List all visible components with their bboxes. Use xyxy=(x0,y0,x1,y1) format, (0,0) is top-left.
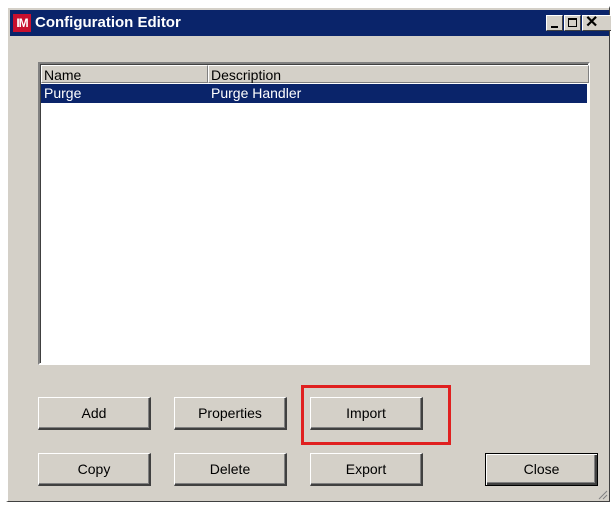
maximize-button[interactable] xyxy=(564,15,581,31)
column-header-description[interactable]: Description xyxy=(208,65,589,83)
title-bar[interactable]: IM Configuration Editor ✕ xyxy=(10,10,611,36)
delete-button[interactable]: Delete xyxy=(174,453,287,486)
app-icon: IM xyxy=(13,14,31,32)
configuration-editor-window: IM Configuration Editor ✕ Name Descripti… xyxy=(6,6,611,502)
maximize-icon xyxy=(568,18,577,27)
export-button[interactable]: Export xyxy=(310,453,423,486)
list-header: Name Description xyxy=(41,65,589,83)
minimize-icon xyxy=(551,26,558,28)
close-icon: ✕ xyxy=(585,14,599,31)
import-highlight-box xyxy=(301,385,451,445)
properties-button[interactable]: Properties xyxy=(174,397,287,430)
column-header-name[interactable]: Name xyxy=(41,65,208,83)
list-row-selected[interactable]: Purge Purge Handler xyxy=(41,84,587,103)
row-name-cell: Purge xyxy=(44,85,82,101)
copy-button[interactable]: Copy xyxy=(38,453,151,486)
row-description-cell: Purge Handler xyxy=(211,85,302,101)
window-close-button[interactable]: ✕ xyxy=(582,14,611,31)
close-button[interactable]: Close xyxy=(485,453,598,486)
add-button[interactable]: Add xyxy=(38,397,151,430)
configuration-list[interactable]: Name Description Purge Purge Handler xyxy=(38,62,590,365)
window-title: Configuration Editor xyxy=(35,14,181,31)
minimize-button[interactable] xyxy=(546,15,563,31)
resize-grip-icon[interactable] xyxy=(596,488,608,500)
